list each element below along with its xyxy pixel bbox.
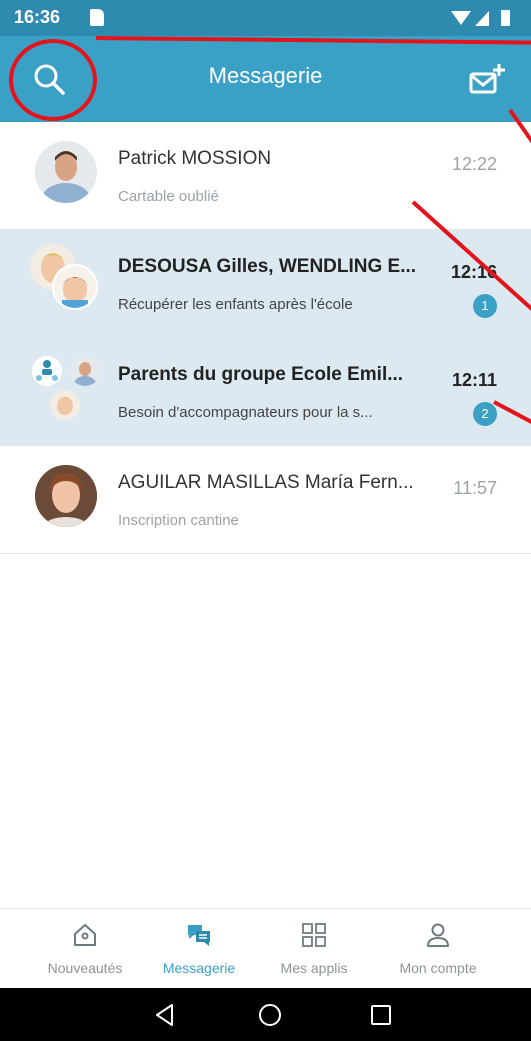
conversation-row[interactable]: DESOUSA Gilles, WENDLING E... Récupérer … (0, 230, 531, 338)
conversation-row[interactable]: AGUILAR MASILLAS María Fern... Inscripti… (0, 446, 531, 554)
apps-grid-icon (302, 923, 326, 947)
user-icon (427, 923, 449, 947)
nav-item-mon-compte[interactable]: Mon compte (372, 909, 504, 989)
nav-item-label: Mon compte (399, 960, 477, 976)
conversation-name: AGUILAR MASILLAS María Fern... (118, 472, 414, 493)
nav-item-label: Nouveautés (47, 960, 123, 976)
avatar (35, 465, 97, 527)
unread-count-badge: 2 (473, 402, 497, 426)
battery-icon (501, 10, 510, 26)
system-navigation-bar (0, 988, 531, 1041)
home-button-icon[interactable] (255, 1000, 285, 1030)
conversation-name: Patrick MOSSION (118, 148, 272, 169)
conversation-name: Parents du groupe Ecole Emil... (118, 364, 404, 385)
status-bar: 16:36 (0, 0, 531, 36)
new-message-icon[interactable] (465, 58, 509, 102)
signal-icon (475, 11, 489, 26)
messages-icon (188, 925, 210, 946)
sd-card-icon (90, 9, 104, 26)
nav-item-label: Messagerie (162, 960, 236, 976)
group-icon (32, 356, 62, 386)
conversation-row[interactable]: Parents du groupe Ecole Emil... Besoin d… (0, 338, 531, 446)
conversation-time: 11:57 (453, 478, 497, 498)
conversation-time: 12:11 (451, 370, 497, 390)
conversation-list: Patrick MOSSION Cartable oublié 12:22 DE… (0, 122, 531, 554)
conversation-preview: Cartable oublié (118, 188, 219, 205)
back-icon[interactable] (150, 1000, 180, 1030)
nav-item-label: Mes applis (280, 960, 348, 976)
bottom-navigation: Nouveautés Messagerie Mes applis Mon com… (0, 908, 531, 988)
avatar (35, 141, 97, 203)
conversation-time: 12:22 (451, 154, 497, 174)
wifi-icon (451, 11, 471, 25)
nav-item-nouveautes[interactable]: Nouveautés (19, 909, 151, 989)
nav-item-mes-applis[interactable]: Mes applis (248, 909, 380, 989)
conversation-preview: Besoin d'accompagnateurs pour la s... (118, 404, 373, 421)
conversation-preview: Récupérer les enfants après l'école (118, 296, 353, 313)
avatar (50, 390, 80, 420)
recent-apps-icon[interactable] (366, 1000, 396, 1030)
nav-item-messagerie[interactable]: Messagerie (133, 909, 265, 989)
avatar (52, 264, 98, 310)
avatar (70, 356, 100, 386)
conversation-preview: Inscription cantine (118, 512, 239, 529)
conversation-name: DESOUSA Gilles, WENDLING E... (118, 256, 417, 277)
conversation-row[interactable]: Patrick MOSSION Cartable oublié 12:22 (0, 122, 531, 230)
status-time: 16:36 (14, 7, 61, 27)
home-icon (74, 924, 96, 946)
annotation-circle (9, 39, 97, 121)
unread-count-badge: 1 (473, 294, 497, 318)
status-icons (451, 10, 510, 26)
